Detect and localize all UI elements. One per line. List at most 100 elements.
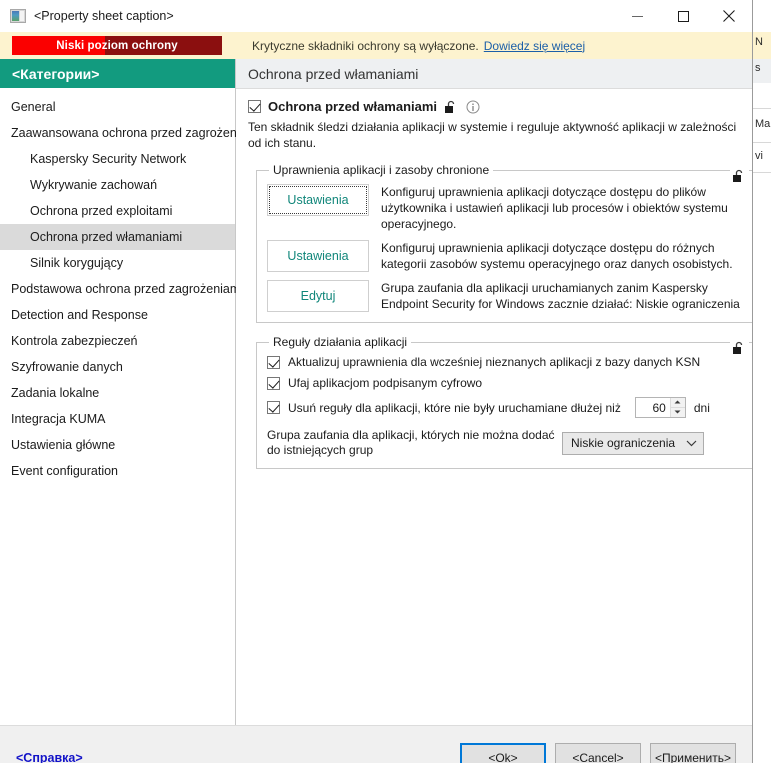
- sidebar-item-label: Zaawansowana ochrona przed zagrożeniami: [11, 126, 260, 140]
- sidebar-item[interactable]: Silnik korygujący: [0, 250, 235, 276]
- status-badge-label: Niski poziom ochrony: [56, 39, 178, 52]
- stepper-down-icon[interactable]: [671, 408, 685, 418]
- background-text-fragment: vi: [755, 150, 763, 162]
- background-divider: [753, 172, 771, 173]
- rule-checkbox[interactable]: [267, 355, 280, 369]
- page-title: Ochrona przed włamaniami: [248, 65, 419, 82]
- permission-row: Ustawienia Konfiguruj uprawnienia aplikac…: [267, 183, 745, 232]
- component-enable-row[interactable]: Ochrona przed włamaniami: [248, 99, 752, 114]
- permission-description: Konfiguruj uprawnienia aplikacji dotyczą…: [381, 241, 733, 271]
- footer-button[interactable]: <Cancel>: [555, 742, 641, 763]
- maximize-icon[interactable]: [660, 0, 706, 32]
- trust-group-select[interactable]: Niskie ograniczenia: [562, 431, 704, 455]
- component-enable-checkbox[interactable]: [248, 100, 261, 113]
- group-permissions-legend: Uprawnienia aplikacji i zasoby chronione: [273, 163, 490, 177]
- sidebar-item-label: Zadania lokalne: [11, 386, 100, 400]
- component-title: Ochrona przed włamaniami: [268, 99, 438, 114]
- help-link[interactable]: <Справка>: [16, 751, 83, 763]
- chevron-down-icon: [686, 440, 697, 446]
- learn-more-link[interactable]: Dowiedz się więcej: [484, 39, 585, 53]
- trust-group-label: Grupa zaufania dla aplikacji, których ni…: [267, 428, 555, 457]
- footer-button[interactable]: <Ok>: [460, 742, 546, 763]
- sidebar-item[interactable]: Detection and Response: [0, 302, 235, 328]
- sidebar-item-label: Szyfrowanie danych: [11, 360, 123, 374]
- rule-checkbox[interactable]: [267, 376, 280, 390]
- sidebar-item[interactable]: Kaspersky Security Network: [0, 146, 235, 172]
- sidebar-header-label: <Категории>: [12, 65, 100, 82]
- app-window-icon: [10, 9, 26, 23]
- sidebar-item[interactable]: Ustawienia główne: [0, 432, 235, 458]
- trust-group-value: Niskie ograniczenia: [571, 436, 676, 450]
- sidebar-item-label: Integracja KUMA: [11, 412, 106, 426]
- sidebar-item-label: Ochrona przed włamaniami: [30, 230, 183, 244]
- sidebar-item[interactable]: Zaawansowana ochrona przed zagrożeniami: [0, 120, 260, 146]
- unlocked-padlock-icon[interactable]: [730, 341, 749, 360]
- trust-group-row: Grupa zaufania dla aplikacji, których ni…: [267, 428, 745, 458]
- component-description: Ten składnik śledzi działania aplikacji …: [248, 120, 737, 150]
- permission-description: Grupa zaufania dla aplikacji uruchamiany…: [381, 281, 740, 311]
- rule-label: Ufaj aplikacjom podpisanym cyfrowo: [288, 376, 483, 390]
- sidebar-item[interactable]: Kontrola zabezpieczeń: [0, 328, 235, 354]
- sidebar-item[interactable]: Event configuration: [0, 458, 235, 484]
- rule-row: Aktualizuj uprawnienia dla wcześniej nie…: [267, 355, 745, 369]
- sidebar-item[interactable]: Ochrona przed włamaniami: [0, 224, 235, 250]
- sidebar-item-label: Kontrola zabezpieczeń: [11, 334, 138, 348]
- sidebar-item[interactable]: Wykrywanie zachowań: [0, 172, 235, 198]
- sidebar-item-label: Wykrywanie zachowań: [30, 178, 158, 192]
- background-text-fragment: s: [755, 62, 761, 74]
- sidebar-item[interactable]: Integracja KUMA: [0, 406, 235, 432]
- footer-buttons: <Ok> <Cancel> < Применить>: [460, 742, 736, 763]
- permission-action-button[interactable]: Edytuj: [267, 280, 369, 312]
- window-body: <Категории> General Zaawansowana ochrona …: [0, 59, 752, 725]
- rule-checkbox-rows: Aktualizuj uprawnienia dla wcześniej nie…: [267, 355, 745, 418]
- minimize-icon[interactable]: [614, 0, 660, 32]
- sidebar-item-label: Podstawowa ochrona przed zagrożeniami: [11, 282, 244, 296]
- protection-status-banner: Niski poziom ochrony Krytyczne składniki…: [0, 32, 752, 59]
- unlocked-padlock-icon[interactable]: [444, 100, 459, 114]
- sidebar-item-label: Event configuration: [11, 464, 119, 478]
- sidebar-item[interactable]: Szyfrowanie danych: [0, 354, 235, 380]
- close-icon[interactable]: [706, 0, 752, 32]
- content-header: Ochrona przed włamaniami: [236, 59, 752, 89]
- background-divider: [753, 142, 771, 143]
- footer-button-apply[interactable]: < Применить>: [650, 742, 736, 763]
- rule-label: Usuń reguły dla aplikacji, które nie był…: [288, 400, 621, 415]
- days-stepper-buttons: [669, 398, 685, 418]
- sidebar-item[interactable]: Podstawowa ochrona przed zagrożeniami: [0, 276, 243, 302]
- title-bar: <Property sheet caption>: [0, 0, 752, 32]
- permission-action-button[interactable]: Ustawienia: [267, 184, 369, 216]
- sidebar-item[interactable]: Zadania lokalne: [0, 380, 235, 406]
- sidebar-header: <Категории>: [0, 59, 235, 88]
- dialog-footer: <Справка> <Ok> <Cancel> < Применить>: [0, 725, 752, 763]
- group-rules-legend: Reguły działania aplikacji: [273, 335, 408, 349]
- background-window-sliver: N s Ma vi: [753, 0, 771, 763]
- sidebar-item[interactable]: Ochrona przed exploitami: [0, 198, 235, 224]
- permission-rows: Ustawienia Konfiguruj uprawnienia aplikac…: [267, 183, 745, 312]
- days-stepper[interactable]: 60: [634, 397, 686, 418]
- content-inner: Ochrona przed włamaniami Ten składnik śl…: [236, 89, 752, 469]
- background-divider: [753, 108, 771, 109]
- permission-row: Ustawienia Konfiguruj uprawnienia aplikac…: [267, 239, 745, 272]
- sidebar-item[interactable]: General: [0, 94, 235, 120]
- window-controls: [614, 0, 752, 32]
- sidebar: <Категории> General Zaawansowana ochrona …: [0, 59, 260, 725]
- sidebar-item-label: Ochrona przed exploitami: [30, 204, 173, 218]
- info-icon[interactable]: [466, 100, 480, 114]
- sidebar-item-label: Detection and Response: [11, 308, 148, 322]
- permission-row: Edytuj Grupa zaufania dla aplikacji uruch…: [267, 279, 745, 312]
- rule-row: Ufaj aplikacjom podpisanym cyfrowo: [267, 376, 745, 390]
- unlocked-padlock-icon[interactable]: [730, 169, 749, 188]
- group-rules: Reguły działania aplikacji Aktualizuj up…: [256, 335, 752, 469]
- rule-checkbox[interactable]: [267, 401, 280, 414]
- sidebar-item-label: General: [11, 100, 56, 114]
- rule-label: Aktualizuj uprawnienia dla wcześniej nie…: [288, 355, 701, 369]
- rule-row: Usuń reguły dla aplikacji, które nie był…: [267, 397, 745, 418]
- background-text-fragment: N: [755, 36, 763, 48]
- window-title: <Property sheet caption>: [34, 9, 174, 23]
- status-badge: Niski poziom ochrony: [12, 36, 222, 55]
- property-sheet-window: <Property sheet caption> Niski poziom oc…: [0, 0, 753, 763]
- stepper-up-icon[interactable]: [670, 398, 685, 408]
- days-stepper-value[interactable]: 60: [636, 398, 670, 417]
- days-unit-label: dni: [693, 400, 710, 415]
- permission-action-button[interactable]: Ustawienia: [267, 240, 369, 272]
